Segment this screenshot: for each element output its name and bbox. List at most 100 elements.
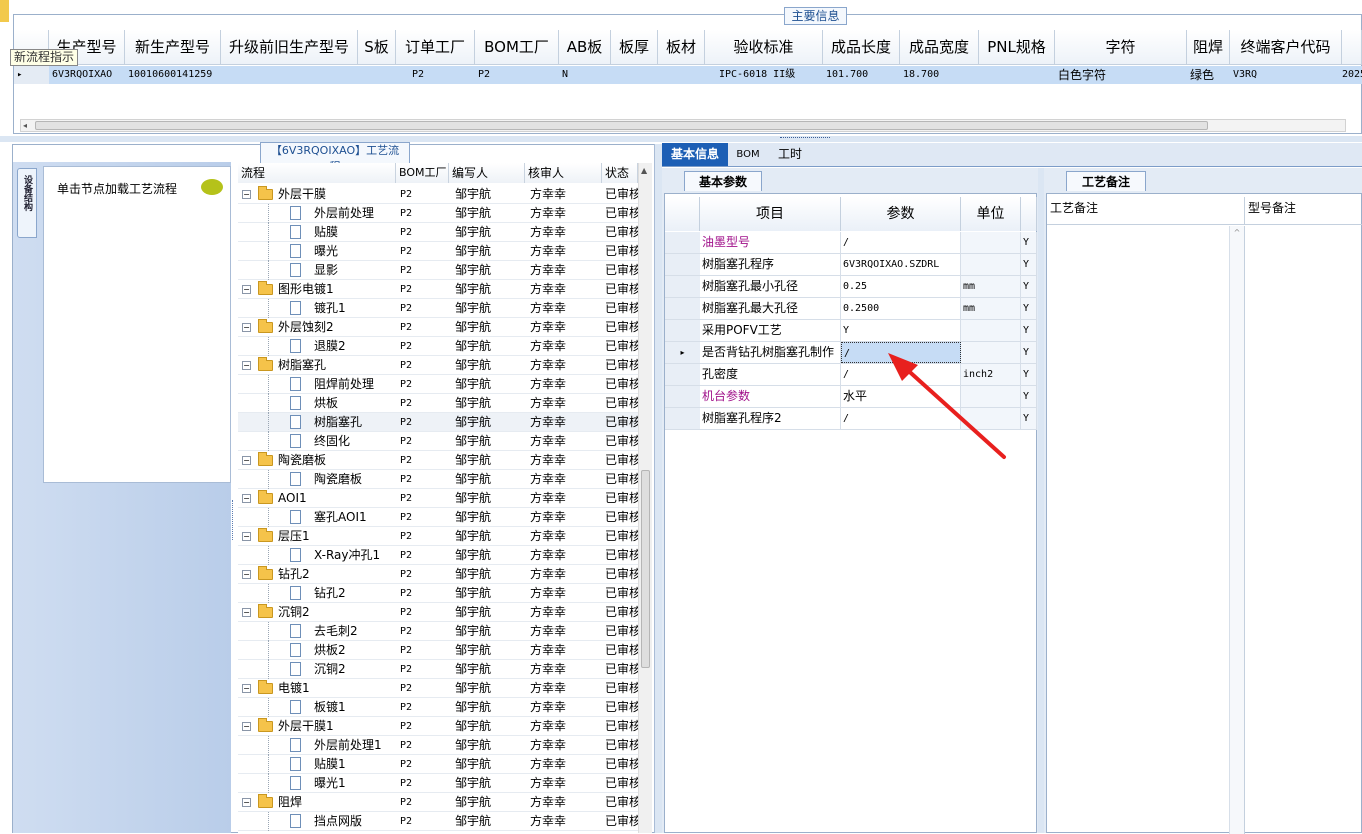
cell-ab-board[interactable]: N bbox=[559, 66, 611, 84]
cell-bom-factory[interactable]: P2 bbox=[475, 66, 559, 84]
basic-params-tab[interactable]: 基本参数 bbox=[684, 171, 762, 191]
tree-row[interactable]: − 外层干膜1 P2 邹宇航 方幸幸 已审核 bbox=[238, 717, 638, 736]
col-header[interactable]: 字符 bbox=[1055, 30, 1187, 64]
params-col-flag[interactable] bbox=[1021, 197, 1037, 231]
col-header[interactable]: PNL规格 bbox=[979, 30, 1055, 64]
tree-row[interactable]: 曝光1 P2 邹宇航 方幸幸 已审核 bbox=[238, 774, 638, 793]
tree-row[interactable]: 塞孔AOI1 P2 邹宇航 方幸幸 已审核 bbox=[238, 508, 638, 527]
tab-bom[interactable]: BOM bbox=[732, 143, 764, 166]
cell-char[interactable]: 白色字符 bbox=[1055, 66, 1187, 84]
collapse-icon[interactable]: − bbox=[242, 608, 251, 617]
cell-width[interactable]: 18.700 bbox=[900, 66, 979, 84]
tree-row[interactable]: 贴膜 P2 邹宇航 方幸幸 已审核 bbox=[238, 223, 638, 242]
cell-s-board[interactable] bbox=[358, 66, 396, 84]
tree-row[interactable]: 终固化 P2 邹宇航 方幸幸 已审核 bbox=[238, 432, 638, 451]
cell-old-model[interactable] bbox=[221, 66, 358, 84]
col-header[interactable]: 板材 bbox=[658, 30, 705, 64]
middle-splitter[interactable] bbox=[654, 144, 662, 833]
collapse-icon[interactable]: − bbox=[242, 456, 251, 465]
cell-standard[interactable]: IPC-6018 II级 bbox=[705, 66, 823, 84]
col-header[interactable]: 成品宽度 bbox=[900, 30, 979, 64]
tree-row[interactable]: − 外层干膜 P2 邹宇航 方幸幸 已审核 bbox=[238, 185, 638, 204]
tree-row[interactable]: 外层前处理1 P2 邹宇航 方幸幸 已审核 bbox=[238, 736, 638, 755]
tree-row[interactable]: 烘板2 P2 邹宇航 方幸幸 已审核 bbox=[238, 641, 638, 660]
tree-row[interactable]: 显影 P2 邹宇航 方幸幸 已审核 bbox=[238, 261, 638, 280]
cell-thickness[interactable] bbox=[611, 66, 658, 84]
col-header[interactable]: 升级前旧生产型号 bbox=[221, 30, 358, 64]
tree-row[interactable]: − AOI1 P2 邹宇航 方幸幸 已审核 bbox=[238, 489, 638, 508]
tree-row[interactable]: − 树脂塞孔 P2 邹宇航 方幸幸 已审核 bbox=[238, 356, 638, 375]
collapse-icon[interactable]: − bbox=[242, 684, 251, 693]
tree-col-writer[interactable]: 编写人 bbox=[449, 163, 525, 183]
cell-model[interactable]: 6V3RQOIXAO bbox=[49, 66, 125, 84]
param-row[interactable]: 树脂塞孔最小孔径 0.25 mm Y bbox=[665, 276, 1037, 298]
col-header[interactable]: 终端客户代码 bbox=[1230, 30, 1342, 64]
cell-customer[interactable]: V3RQ bbox=[1230, 66, 1342, 84]
cell-pnl[interactable] bbox=[979, 66, 1055, 84]
vscroll-thumb[interactable] bbox=[641, 470, 650, 668]
collapse-icon[interactable]: − bbox=[242, 798, 251, 807]
col-header[interactable]: AB板 bbox=[559, 30, 611, 64]
tree-row[interactable]: 挡点网版 P2 邹宇航 方幸幸 已审核 bbox=[238, 812, 638, 831]
tree-row[interactable]: X-Ray冲孔1 P2 邹宇航 方幸幸 已审核 bbox=[238, 546, 638, 565]
splitter-grip-top[interactable] bbox=[780, 137, 830, 140]
collapse-icon[interactable]: − bbox=[242, 323, 251, 332]
table-row[interactable]: ▸ 6V3RQOIXAO 10010600141259 P2 P2 N IPC-… bbox=[14, 66, 1362, 84]
hscroll-thumb[interactable] bbox=[35, 121, 1208, 130]
tree-row[interactable]: 退膜2 P2 邹宇航 方幸幸 已审核 bbox=[238, 337, 638, 356]
params-col-item[interactable]: 项目 bbox=[700, 197, 841, 231]
param-row[interactable]: 树脂塞孔程序 6V3RQOIXAO.SZDRL Y bbox=[665, 254, 1037, 276]
tree-row[interactable]: 陶瓷磨板 P2 邹宇航 方幸幸 已审核 bbox=[238, 470, 638, 489]
cell-length[interactable]: 101.700 bbox=[823, 66, 900, 84]
tree-row[interactable]: 钻孔2 P2 邹宇航 方幸幸 已审核 bbox=[238, 584, 638, 603]
col-header[interactable]: 订单工厂 bbox=[396, 30, 475, 64]
tree-row[interactable]: 外层前处理 P2 邹宇航 方幸幸 已审核 bbox=[238, 204, 638, 223]
tab-labor-time[interactable]: 工时 bbox=[770, 143, 810, 166]
tree-row[interactable]: − 层压1 P2 邹宇航 方幸幸 已审核 bbox=[238, 527, 638, 546]
horizontal-splitter[interactable] bbox=[0, 136, 1362, 142]
tree-col-flow[interactable]: 流程 bbox=[238, 163, 396, 183]
col-header[interactable]: 阻焊 bbox=[1187, 30, 1230, 64]
param-row[interactable]: 采用POFV工艺 Y Y bbox=[665, 320, 1037, 342]
tree-row[interactable]: − 沉铜2 P2 邹宇航 方幸幸 已审核 bbox=[238, 603, 638, 622]
tree-col-status[interactable]: 状态 bbox=[602, 163, 638, 183]
cell-mask[interactable]: 绿色 bbox=[1187, 66, 1230, 84]
tab-basic-info[interactable]: 基本信息 bbox=[662, 143, 728, 166]
tree-row[interactable]: − 钻孔2 P2 邹宇航 方幸幸 已审核 bbox=[238, 565, 638, 584]
remarks-col-process[interactable]: 工艺备注 bbox=[1047, 197, 1245, 225]
collapse-icon[interactable]: − bbox=[242, 494, 251, 503]
col-header[interactable]: BOM工厂 bbox=[475, 30, 559, 64]
left-splitter-handle[interactable] bbox=[232, 500, 236, 540]
scroll-up-arrow-icon[interactable]: ▲ bbox=[641, 166, 647, 175]
main-table-hscrollbar[interactable]: ◂ bbox=[20, 119, 1346, 132]
tree-col-bom[interactable]: BOM工厂 bbox=[396, 163, 449, 183]
param-value[interactable]: / bbox=[841, 232, 961, 253]
tree-row[interactable]: − 图形电镀1 P2 邹宇航 方幸幸 已审核 bbox=[238, 280, 638, 299]
cell-new-model[interactable]: 10010600141259 bbox=[125, 66, 221, 84]
cell-order-factory[interactable]: P2 bbox=[396, 66, 475, 84]
remarks-scroll-up-icon[interactable]: ^ bbox=[1230, 228, 1244, 237]
tree-row[interactable]: 去毛刺2 P2 邹宇航 方幸幸 已审核 bbox=[238, 622, 638, 641]
main-info-title[interactable]: 主要信息 bbox=[784, 7, 847, 25]
col-header[interactable]: 板厚 bbox=[611, 30, 658, 64]
tree-row[interactable]: 沉铜2 P2 邹宇航 方幸幸 已审核 bbox=[238, 660, 638, 679]
params-col-unit[interactable]: 单位 bbox=[961, 197, 1021, 231]
collapse-icon[interactable]: − bbox=[242, 285, 251, 294]
tree-row[interactable]: 曝光 P2 邹宇航 方幸幸 已审核 bbox=[238, 242, 638, 261]
param-value[interactable]: 0.2500 bbox=[841, 298, 961, 319]
remarks-col-model[interactable]: 型号备注 bbox=[1245, 197, 1362, 225]
tree-col-checker[interactable]: 核审人 bbox=[525, 163, 602, 183]
col-header[interactable]: S板 bbox=[358, 30, 396, 64]
tree-row[interactable]: 贴膜1 P2 邹宇航 方幸幸 已审核 bbox=[238, 755, 638, 774]
collapse-icon[interactable]: − bbox=[242, 361, 251, 370]
tree-row[interactable]: 板镀1 P2 邹宇航 方幸幸 已审核 bbox=[238, 698, 638, 717]
param-value[interactable]: Y bbox=[841, 320, 961, 341]
col-header[interactable]: 成品长度 bbox=[823, 30, 900, 64]
col-header-extra[interactable] bbox=[1342, 30, 1362, 64]
scroll-left-arrow-icon[interactable]: ◂ bbox=[23, 121, 33, 131]
tree-row[interactable]: − 电镀1 P2 邹宇航 方幸幸 已审核 bbox=[238, 679, 638, 698]
param-row[interactable]: 油墨型号 / Y bbox=[665, 232, 1037, 254]
remarks-tab[interactable]: 工艺备注 bbox=[1066, 171, 1146, 191]
collapse-icon[interactable]: − bbox=[242, 722, 251, 731]
cell-date[interactable]: 2025 bbox=[1342, 66, 1362, 84]
